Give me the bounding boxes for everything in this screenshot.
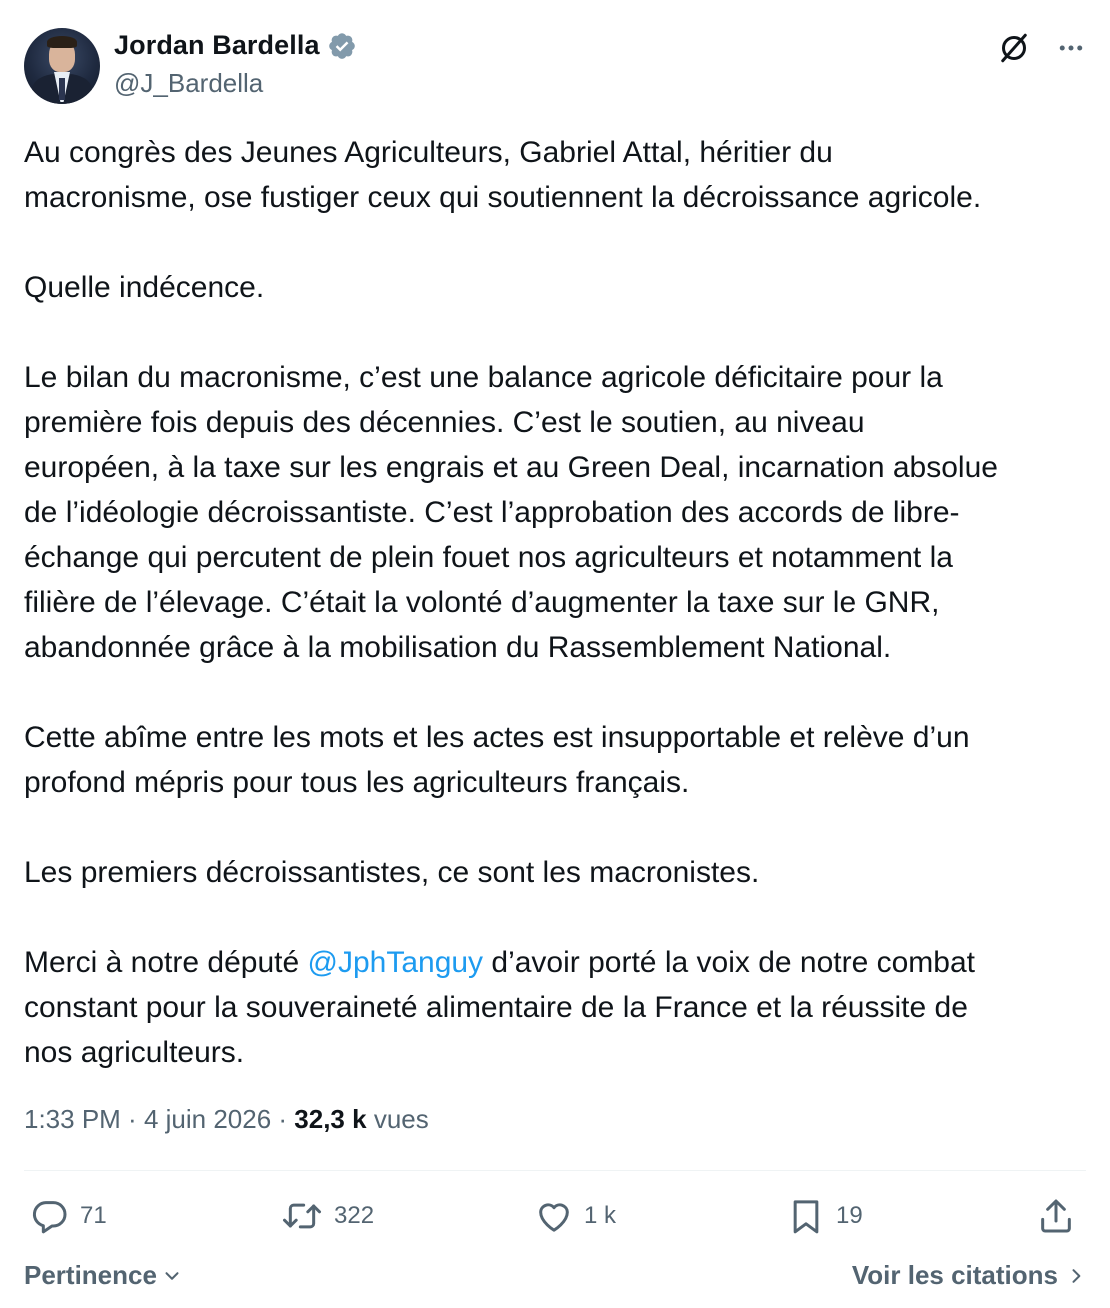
sort-label: Pertinence <box>24 1260 157 1290</box>
tweet-line: échange qui percutent de plein fouet nos… <box>24 541 953 574</box>
tweet-text-segment: Merci à notre député <box>24 946 308 979</box>
tweet-line: filière de l’élevage. C’était la volonté… <box>24 586 940 619</box>
author-name[interactable]: Jordan Bardella <box>114 30 320 61</box>
avatar-hair <box>47 36 77 48</box>
avatar[interactable] <box>24 28 100 104</box>
author-handle[interactable]: @J_Bardella <box>114 68 263 99</box>
reply-icon <box>32 1201 67 1234</box>
tweet-date[interactable]: 4 juin 2026 <box>144 1104 271 1134</box>
view-quotes-link[interactable]: Voir les citations <box>852 1260 1086 1291</box>
tweet-line: Les premiers décroissantistes, ce sont l… <box>24 856 760 889</box>
tweet-line: Le bilan du macronisme, c’est une balanc… <box>24 361 943 394</box>
tweet-line: première fois depuis des décennies. C’es… <box>24 406 865 439</box>
header-actions <box>996 30 1086 71</box>
repost-count: 322 <box>334 1202 375 1229</box>
view-quotes-label: Voir les citations <box>851 1260 1058 1290</box>
replies-footer: Pertinence Voir les citations <box>24 1260 1086 1296</box>
views-count: 32,3 k <box>294 1104 367 1134</box>
verified-badge-icon[interactable] <box>327 31 357 61</box>
like-button[interactable]: 1 k <box>534 1196 616 1236</box>
meta-separator: · <box>271 1104 295 1134</box>
repost-button[interactable]: 322 <box>280 1196 374 1236</box>
reply-button[interactable]: 71 <box>30 1196 107 1236</box>
heart-icon <box>539 1203 569 1232</box>
action-bar: 71 322 1 k 19 <box>0 1196 1110 1240</box>
more-icon[interactable] <box>1056 33 1086 68</box>
tweet-line: Au congrès des Jeunes Agriculteurs, Gabr… <box>24 136 833 169</box>
tweet-text-segment: d’avoir porté la voix de notre combat <box>483 946 975 979</box>
tweet-line: Merci à notre député @JphTanguy d’avoir … <box>24 940 1090 985</box>
tweet-line: Cette abîme entre les mots et les actes … <box>24 721 970 754</box>
tweet-meta: 1:33 PM · 4 juin 2026 · 32,3 k vues <box>24 1104 429 1135</box>
avatar-tie <box>59 78 65 100</box>
tweet-line: macronisme, ose fustiger ceux qui soutie… <box>24 181 982 214</box>
tweet-line: européen, à la taxe sur les engrais et a… <box>24 451 998 484</box>
tweet-time[interactable]: 1:33 PM <box>24 1104 121 1134</box>
tweet-text: Au congrès des Jeunes Agriculteurs, Gabr… <box>24 130 1090 1075</box>
views-label: vues <box>373 1104 429 1134</box>
tweet-line: profond mépris pour tous les agriculteur… <box>24 766 690 799</box>
mention-link[interactable]: @JphTanguy <box>308 946 484 979</box>
tweet-line: Quelle indécence. <box>24 271 265 304</box>
chevron-right-icon <box>1072 1268 1081 1283</box>
like-count: 1 k <box>584 1202 617 1229</box>
share-icon <box>1041 1199 1071 1233</box>
repost-icon <box>283 1203 321 1229</box>
bookmark-icon <box>793 1200 819 1234</box>
sort-dropdown[interactable]: Pertinence <box>24 1260 183 1291</box>
tweet-line: abandonnée grâce à la mobilisation du Ra… <box>24 631 892 664</box>
tweet-line: nos agriculteurs. <box>24 1036 245 1069</box>
chevron-down-icon <box>165 1271 179 1280</box>
bookmark-count: 19 <box>836 1202 863 1229</box>
tweet-line: constant pour la souveraineté alimentair… <box>24 991 968 1024</box>
reply-count: 71 <box>80 1202 107 1229</box>
share-button[interactable] <box>1036 1196 1076 1236</box>
meta-separator: · <box>120 1104 144 1134</box>
tweet-line: de l’idéologie décroissantiste. C’est l’… <box>24 496 960 529</box>
grok-icon[interactable] <box>996 30 1032 71</box>
bookmark-button[interactable]: 19 <box>786 1196 863 1236</box>
divider <box>24 1170 1086 1171</box>
author-name-row: Jordan Bardella <box>114 30 357 61</box>
